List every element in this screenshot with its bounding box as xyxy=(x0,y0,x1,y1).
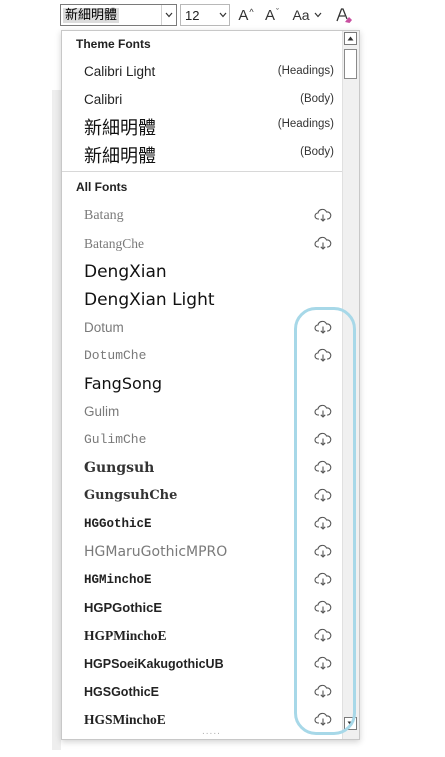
cloud-download-icon xyxy=(314,572,332,586)
font-list-item[interactable]: GulimChe xyxy=(62,426,342,454)
resize-grip[interactable]: ..... xyxy=(202,726,221,737)
scrollbar[interactable] xyxy=(342,31,359,739)
cloud-download-icon xyxy=(314,684,332,698)
font-list-item[interactable]: HGPSoeiKakugothicUB xyxy=(62,650,342,678)
font-list-item[interactable]: DotumChe xyxy=(62,342,342,370)
font-list-item[interactable]: GungsuhChe xyxy=(62,482,342,510)
cloud-download-icon xyxy=(314,516,332,530)
caret-up-icon: ^ xyxy=(249,7,254,17)
font-list-item[interactable]: 新細明體 (Headings) xyxy=(62,111,342,139)
font-size-combobox[interactable]: 12 xyxy=(180,4,230,26)
font-name-label: Dotum xyxy=(84,319,124,335)
font-list-item[interactable]: HGPGothicE xyxy=(62,594,342,622)
section-divider xyxy=(62,171,344,172)
font-list-item[interactable]: DengXian xyxy=(62,258,342,286)
font-name-label: Gungsuh xyxy=(84,459,155,476)
font-name-label: Calibri Light xyxy=(84,63,156,79)
caret-down-icon: ˇ xyxy=(276,7,279,17)
font-name-label: HGMaruGothicMPRO xyxy=(84,543,228,560)
font-name-label: Gulim xyxy=(84,403,120,419)
font-dropdown-panel: Theme Fonts Calibri Light (Headings) Calib… xyxy=(61,30,360,740)
font-list-item[interactable]: DengXian Light xyxy=(62,286,342,314)
font-role-tag: (Headings) xyxy=(277,65,334,77)
font-toolbar: 新細明體 12 A ^ Aˇ Aa xyxy=(0,0,445,30)
cloud-download-icon xyxy=(314,656,332,670)
font-role-tag: (Headings) xyxy=(277,118,334,130)
font-name-label: HGGothicE xyxy=(84,516,152,531)
cloud-download-icon xyxy=(314,712,332,726)
font-list-item[interactable]: Calibri Light (Headings) xyxy=(62,58,342,86)
cloud-download-icon xyxy=(314,236,332,250)
font-name-label: 新細明體 xyxy=(84,146,156,168)
cloud-download-icon xyxy=(314,628,332,642)
font-list-item[interactable]: Dotum xyxy=(62,314,342,342)
font-list-item[interactable]: HGGothicE xyxy=(62,510,342,538)
font-name-label: DotumChe xyxy=(84,348,147,364)
cloud-download-icon xyxy=(314,320,332,334)
chevron-down-icon xyxy=(314,12,322,18)
font-name-label: HGSMinchoE xyxy=(84,711,166,727)
clear-formatting-button[interactable] xyxy=(334,4,354,26)
font-name-label: HGPSoeiKakugothicUB xyxy=(84,656,224,671)
grow-font-button[interactable]: A ^ xyxy=(236,4,256,26)
font-name-label: GulimChe xyxy=(84,432,147,448)
chevron-down-icon[interactable] xyxy=(161,5,176,25)
scroll-down-button[interactable] xyxy=(344,717,357,730)
font-name-label: HGSGothicE xyxy=(84,684,160,699)
scroll-thumb[interactable] xyxy=(344,49,357,79)
grow-font-label: A xyxy=(238,6,249,24)
font-list-item[interactable]: Gungsuh xyxy=(62,454,342,482)
font-name-label: HGMinchoE xyxy=(84,572,152,587)
all-fonts-header: All Fonts xyxy=(76,180,128,194)
font-list-item[interactable]: BatangChe xyxy=(62,230,342,258)
font-name-label: HGPGothicE xyxy=(84,600,163,616)
font-name-label: FangSong xyxy=(84,374,163,394)
font-name-label: HGPMinchoE xyxy=(84,627,167,643)
font-name-label: Batang xyxy=(84,207,124,223)
cloud-download-icon xyxy=(314,208,332,222)
shrink-font-button[interactable]: Aˇ xyxy=(262,4,282,26)
cloud-download-icon xyxy=(314,460,332,474)
background-shadow xyxy=(52,90,61,750)
font-name-label: DengXian Light xyxy=(84,289,215,310)
cloud-download-icon xyxy=(314,432,332,446)
font-list-item[interactable]: HGMinchoE xyxy=(62,566,342,594)
font-list-item[interactable]: HGPMinchoE xyxy=(62,622,342,650)
chevron-down-icon[interactable] xyxy=(219,5,227,25)
cloud-download-icon xyxy=(314,544,332,558)
font-role-tag: (Body) xyxy=(300,93,334,105)
font-list-item[interactable]: Batang xyxy=(62,202,342,230)
font-size-value[interactable]: 12 xyxy=(185,8,199,23)
font-list-item[interactable]: Gulim xyxy=(62,398,342,426)
shrink-font-label: A xyxy=(264,6,275,24)
cloud-download-icon xyxy=(314,600,332,614)
cloud-download-icon xyxy=(314,348,332,362)
font-list-item[interactable]: 新細明體 (Body) xyxy=(62,139,342,167)
font-name-label: BatangChe xyxy=(84,235,144,251)
font-name-label: DengXian xyxy=(84,261,167,282)
theme-fonts-header: Theme Fonts xyxy=(76,37,151,51)
cloud-download-icon xyxy=(314,404,332,418)
font-list-item[interactable]: Calibri (Body) xyxy=(62,86,342,114)
clear-formatting-icon xyxy=(336,8,352,23)
font-name-label: Calibri xyxy=(84,91,123,107)
font-list-item[interactable]: HGMaruGothicMPRO xyxy=(62,538,342,566)
change-case-label: Aa xyxy=(292,7,310,23)
font-list-item[interactable]: HGSGothicE xyxy=(62,678,342,706)
font-role-tag: (Body) xyxy=(300,146,334,158)
change-case-button[interactable]: Aa xyxy=(289,4,325,26)
scroll-up-button[interactable] xyxy=(344,32,357,45)
cloud-download-icon xyxy=(314,488,332,502)
font-name-value[interactable]: 新細明體 xyxy=(63,8,120,23)
font-name-combobox[interactable]: 新細明體 xyxy=(60,4,177,26)
font-name-label: GungsuhChe xyxy=(84,488,178,504)
font-name-label: 新細明體 xyxy=(84,118,156,140)
font-list-item[interactable]: FangSong xyxy=(62,370,342,398)
